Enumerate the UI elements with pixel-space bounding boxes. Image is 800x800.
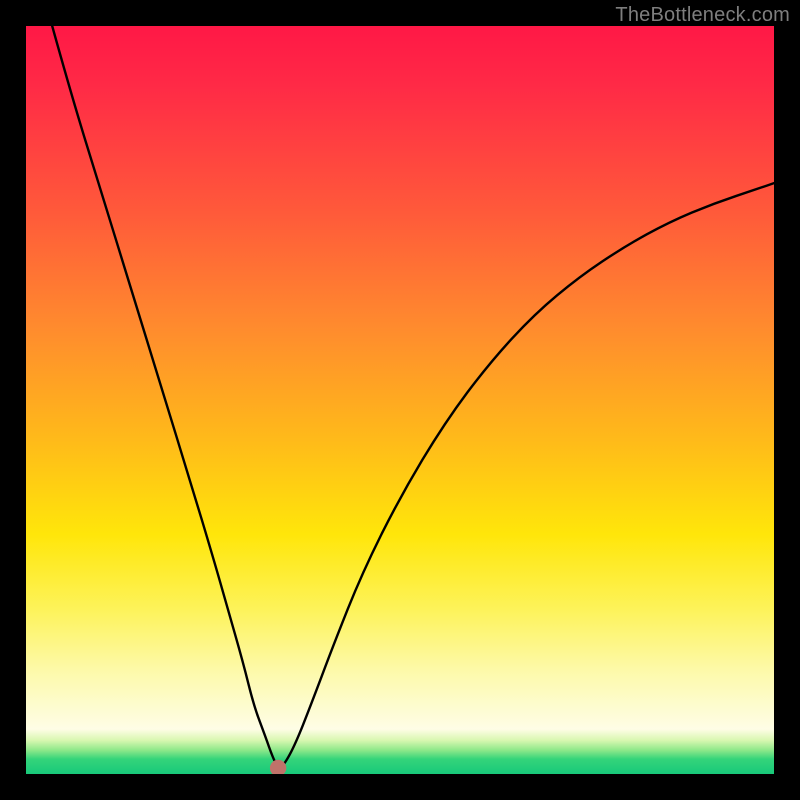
plot-area xyxy=(26,26,774,774)
curve-layer xyxy=(26,26,774,774)
bottleneck-curve xyxy=(52,26,774,767)
chart-frame: TheBottleneck.com xyxy=(0,0,800,800)
watermark-text: TheBottleneck.com xyxy=(615,4,790,27)
min-marker xyxy=(270,760,286,774)
